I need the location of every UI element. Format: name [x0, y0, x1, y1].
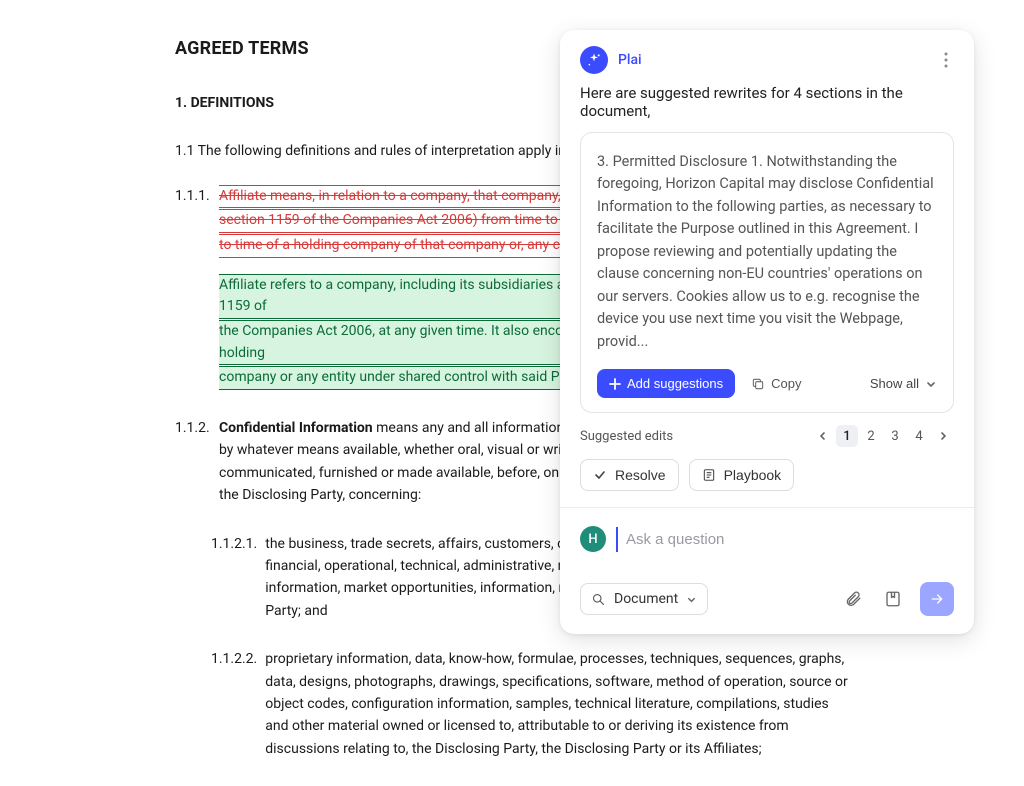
- sparkle-icon: [586, 52, 602, 68]
- paperclip-icon: [844, 590, 862, 608]
- send-button[interactable]: [920, 582, 954, 616]
- kebab-icon: [944, 52, 948, 68]
- pager-prev[interactable]: [812, 425, 834, 447]
- card-actions: Add suggestions Copy Show all: [597, 369, 937, 398]
- chevron-down-icon: [925, 378, 937, 390]
- chevron-down-icon: [686, 594, 697, 605]
- input-row: H: [560, 508, 974, 556]
- defined-term: Confidential Information: [219, 420, 373, 436]
- action-row: Resolve Playbook: [560, 459, 974, 507]
- suggestion-text: 3. Permitted Disclosure 1. Notwithstandi…: [597, 151, 937, 353]
- ask-input[interactable]: [616, 527, 954, 552]
- bookmark-button[interactable]: [880, 586, 906, 612]
- footer-row: Document: [560, 568, 974, 634]
- arrow-right-icon: [929, 591, 945, 607]
- pager-page-4[interactable]: 4: [908, 425, 930, 447]
- inserted-text: company or any entity under shared contr…: [219, 366, 583, 390]
- show-all-button[interactable]: Show all: [870, 376, 937, 391]
- document-selector[interactable]: Document: [580, 583, 708, 615]
- pager-next[interactable]: [932, 425, 954, 447]
- assistant-panel: Plai Here are suggested rewrites for 4 s…: [560, 30, 974, 634]
- clause-1-1-2-2: 1.1.2.2. proprietary information, data, …: [211, 648, 855, 760]
- pager-row: Suggested edits 1 2 3 4: [560, 413, 974, 459]
- plus-icon: [609, 378, 621, 390]
- clause-body: proprietary information, data, know-how,…: [265, 648, 855, 760]
- playbook-button[interactable]: Playbook: [689, 459, 795, 491]
- pager: 1 2 3 4: [812, 425, 954, 447]
- bookmark-icon: [884, 590, 902, 608]
- suggestion-card: 3. Permitted Disclosure 1. Notwithstandi…: [580, 132, 954, 413]
- resolve-button[interactable]: Resolve: [580, 459, 679, 491]
- panel-header: Plai: [560, 30, 974, 84]
- add-suggestions-button[interactable]: Add suggestions: [597, 369, 735, 398]
- pager-page-3[interactable]: 3: [884, 425, 906, 447]
- brand-avatar: [580, 46, 608, 74]
- clause-number: 1.1.2.1.: [211, 533, 257, 623]
- brand-name: Plai: [618, 52, 642, 68]
- pager-page-2[interactable]: 2: [860, 425, 882, 447]
- search-icon: [591, 592, 606, 607]
- user-avatar: H: [580, 526, 606, 552]
- clause-number: 1.1.1.: [175, 185, 211, 392]
- suggested-edits-label: Suggested edits: [580, 429, 673, 444]
- copy-button[interactable]: Copy: [747, 370, 805, 397]
- clause-number: 1.1.2.: [175, 417, 211, 507]
- chevron-right-icon: [938, 431, 948, 441]
- clause-number: 1.1.2.2.: [211, 648, 257, 760]
- panel-menu-button[interactable]: [938, 48, 954, 72]
- book-icon: [702, 468, 716, 482]
- chevron-left-icon: [818, 431, 828, 441]
- panel-subtitle: Here are suggested rewrites for 4 sectio…: [560, 84, 974, 132]
- footer-icons: [840, 582, 954, 616]
- attach-button[interactable]: [840, 586, 866, 612]
- pager-page-1[interactable]: 1: [836, 425, 858, 447]
- copy-icon: [751, 377, 765, 391]
- check-icon: [593, 468, 607, 482]
